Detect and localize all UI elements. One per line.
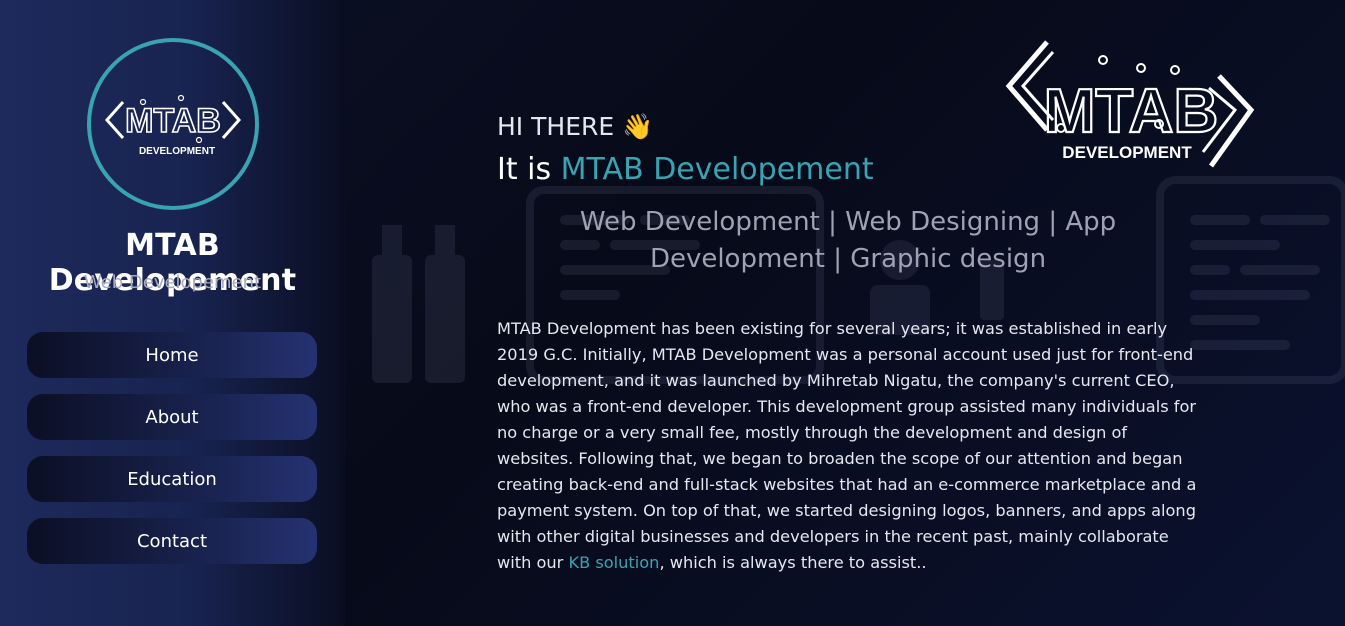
nav-home-button[interactable]: Home xyxy=(27,332,317,378)
sidebar-nav: Home About Education Contact xyxy=(27,332,317,580)
nav-about-button[interactable]: About xyxy=(27,394,317,440)
mtab-development-logo: MTAB DEVELOPMENT xyxy=(1005,40,1255,168)
nav-education-button[interactable]: Education xyxy=(27,456,317,502)
headline-brand: MTAB Developement xyxy=(560,152,874,187)
about-paragraph: MTAB Development has been existing for s… xyxy=(497,316,1207,576)
headline: It is MTAB Developement xyxy=(497,152,874,187)
sidebar: MTAB DEVELOPMENT MTAB Developement Web D… xyxy=(0,0,345,626)
avatar: MTAB DEVELOPMENT xyxy=(87,38,259,210)
about-suffix: , which is always there to assist.. xyxy=(659,553,927,573)
avatar-logo-caption: DEVELOPMENT xyxy=(139,146,215,157)
greeting: HI THERE 👋 xyxy=(497,112,653,142)
main-logo-caption: DEVELOPMENT xyxy=(1062,143,1192,162)
avatar-logo-mark: MTAB xyxy=(125,102,221,140)
main-content: MTAB DEVELOPMENT HI THERE 👋 It is MTAB D… xyxy=(345,0,1345,626)
mtab-logo-icon: MTAB DEVELOPMENT xyxy=(104,94,242,157)
main-logo-mark: MTAB xyxy=(1044,77,1218,146)
nav-contact-button[interactable]: Contact xyxy=(27,518,317,564)
site-subtitle: Web Developement xyxy=(83,272,262,293)
greeting-text: HI THERE xyxy=(497,112,615,141)
waving-hand-icon: 👋 xyxy=(622,112,654,141)
kb-solution-link[interactable]: KB solution xyxy=(568,553,659,572)
services-list: Web Development | Web Designing | App De… xyxy=(579,207,1117,274)
about-text: MTAB Development has been existing for s… xyxy=(497,319,1197,573)
headline-prefix: It is xyxy=(497,152,552,187)
